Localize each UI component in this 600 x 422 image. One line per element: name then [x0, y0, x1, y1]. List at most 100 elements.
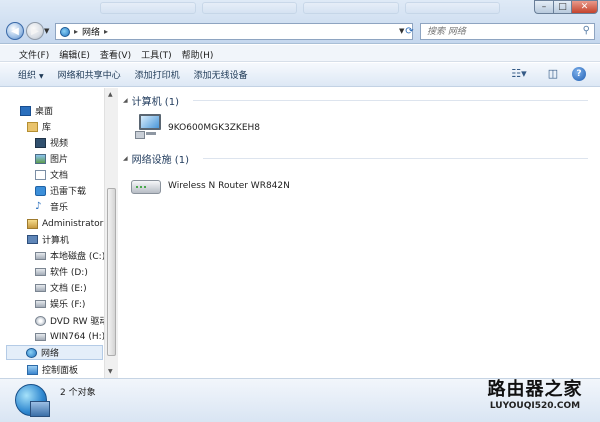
nav-control-panel[interactable]: 控制面板	[27, 362, 78, 377]
network-icon	[60, 26, 70, 37]
title-bar: ◀ ▶ ▼ ▸ 网络 ▸ ▼ ⟳ ⚲ – □ ✕	[0, 0, 600, 44]
scroll-up-icon[interactable]: ▲	[108, 91, 113, 98]
nav-label: 网络	[41, 349, 60, 359]
drive-icon	[35, 251, 46, 260]
history-dropdown-icon[interactable]: ▼	[44, 27, 49, 35]
search-input[interactable]	[421, 24, 571, 39]
group-header-computers[interactable]: ◢ 计算机 (1)	[123, 93, 179, 108]
computer-item-label[interactable]: 9KO600MGK3ZKEH8	[168, 123, 260, 133]
drive-icon	[35, 332, 46, 341]
drive-icon	[35, 267, 46, 276]
background-tab	[303, 2, 399, 14]
menu-bar: 文件(F) 编辑(E) 查看(V) 工具(T) 帮助(H)	[0, 45, 600, 62]
router-leds	[136, 186, 138, 188]
collapse-icon[interactable]: ◢	[123, 97, 128, 104]
dvd-icon	[35, 315, 46, 326]
computer-icon	[27, 235, 38, 244]
download-icon	[35, 185, 46, 196]
nav-drive-dvd[interactable]: DVD RW 驱动	[35, 313, 108, 328]
forward-button[interactable]: ▶	[26, 22, 44, 40]
nav-drive-d[interactable]: 软件 (D:)	[35, 264, 88, 279]
monitor-screen	[139, 114, 161, 130]
search-box[interactable]: ⚲	[420, 23, 595, 40]
item-count: 2 个对象	[60, 388, 96, 398]
nav-pictures[interactable]: 图片	[35, 151, 68, 166]
menu-file[interactable]: 文件(F)	[14, 45, 54, 61]
monitor-stand	[146, 132, 156, 135]
nav-label: DVD RW 驱动	[50, 317, 109, 327]
document-icon	[35, 169, 46, 180]
music-icon: ♪	[35, 200, 42, 212]
nav-label: 控制面板	[42, 366, 79, 376]
content-pane: ◢ 计算机 (1) 9KO600MGK3ZKEH8 ◢ 网络设施 (1) Wir…	[119, 88, 600, 378]
nav-scrollbar[interactable]: ▲ ▼	[104, 88, 118, 378]
menu-edit[interactable]: 编辑(E)	[54, 45, 95, 61]
group-divider	[193, 100, 588, 101]
nav-label: 文档 (E:)	[50, 284, 87, 294]
drive-icon	[35, 283, 46, 292]
control-panel-icon	[27, 364, 38, 375]
nav-label: 文档	[50, 171, 69, 181]
nav-desktop[interactable]: 桌面	[20, 103, 53, 118]
scrollbar-thumb[interactable]	[107, 188, 116, 356]
nav-drive-f[interactable]: 娱乐 (F:)	[35, 296, 85, 311]
nav-network[interactable]: 网络	[6, 345, 103, 360]
user-icon	[27, 218, 38, 229]
nav-administrator[interactable]: Administrator	[27, 216, 103, 231]
network-center-button[interactable]: 网络和共享中心	[54, 68, 131, 81]
watermark-cn: 路由器之家	[487, 379, 583, 400]
group-header-devices[interactable]: ◢ 网络设施 (1)	[123, 151, 189, 166]
view-icon[interactable]: ☷▾	[508, 66, 530, 82]
watermark-en: LUYOUQI520.COM	[489, 401, 581, 411]
menu-view[interactable]: 查看(V)	[95, 45, 136, 61]
maximize-button[interactable]: □	[553, 0, 571, 14]
scroll-down-icon[interactable]: ▼	[108, 368, 113, 375]
forward-arrow-icon: ▶	[31, 25, 39, 37]
nav-label: 图片	[50, 155, 69, 165]
navigation-pane: 桌面 库 视频 图片 文档 迅雷下载 ♪ 音乐 Administrator 计算机…	[0, 88, 118, 378]
nav-music[interactable]: ♪ 音乐	[35, 199, 68, 214]
nav-label: 音乐	[50, 203, 69, 213]
nav-computer[interactable]: 计算机	[27, 232, 69, 247]
help-icon[interactable]: ?	[572, 67, 586, 81]
router-item-label[interactable]: Wireless N Router WR842N	[168, 181, 290, 191]
chevron-right-icon[interactable]: ▸	[104, 27, 108, 36]
nav-videos[interactable]: 视频	[35, 135, 68, 150]
search-icon[interactable]: ⚲	[583, 25, 590, 36]
menu-tools[interactable]: 工具(T)	[136, 45, 177, 61]
close-button[interactable]: ✕	[571, 0, 598, 14]
group-divider	[203, 158, 588, 159]
network-icon	[15, 384, 50, 417]
nav-label: 本地磁盘 (C:)	[50, 252, 106, 262]
preview-pane-icon[interactable]: ◫	[546, 66, 560, 82]
nav-documents[interactable]: 文档	[35, 167, 68, 182]
breadcrumb-network[interactable]: 网络	[82, 25, 100, 38]
nav-drive-c[interactable]: 本地磁盘 (C:)	[35, 248, 105, 263]
organize-label: 组织	[18, 71, 37, 81]
nav-label: 迅雷下载	[50, 187, 87, 197]
add-printer-button[interactable]: 添加打印机	[131, 68, 190, 81]
nav-label: 桌面	[35, 107, 54, 117]
collapse-icon[interactable]: ◢	[123, 155, 128, 162]
nav-drive-h[interactable]: WIN764 (H:)	[35, 329, 105, 344]
add-wireless-button[interactable]: 添加无线设备	[190, 68, 258, 81]
computer-icon[interactable]	[133, 112, 163, 140]
watermark: 路由器之家 LUYOUQI520.COM	[470, 379, 600, 422]
address-bar[interactable]: ▸ 网络 ▸	[55, 23, 413, 40]
router-icon[interactable]	[131, 180, 161, 194]
nav-drive-e[interactable]: 文档 (E:)	[35, 280, 87, 295]
nav-library[interactable]: 库	[27, 119, 51, 134]
desktop-icon	[20, 105, 31, 116]
nav-label: 娱乐 (F:)	[50, 300, 86, 310]
nav-thunder-downloads[interactable]: 迅雷下载	[35, 183, 86, 198]
menu-help[interactable]: 帮助(H)	[177, 45, 219, 61]
refresh-icon[interactable]: ⟳	[403, 23, 416, 40]
drive-icon	[35, 299, 46, 308]
network-icon	[26, 347, 37, 358]
nav-label: 视频	[50, 139, 69, 149]
group-title: 计算机 (1)	[131, 97, 179, 108]
back-button[interactable]: ◀	[6, 22, 24, 40]
organize-button[interactable]: 组织 ▼	[14, 68, 54, 81]
minimize-button[interactable]: –	[534, 0, 553, 14]
chevron-right-icon[interactable]: ▸	[74, 27, 78, 36]
